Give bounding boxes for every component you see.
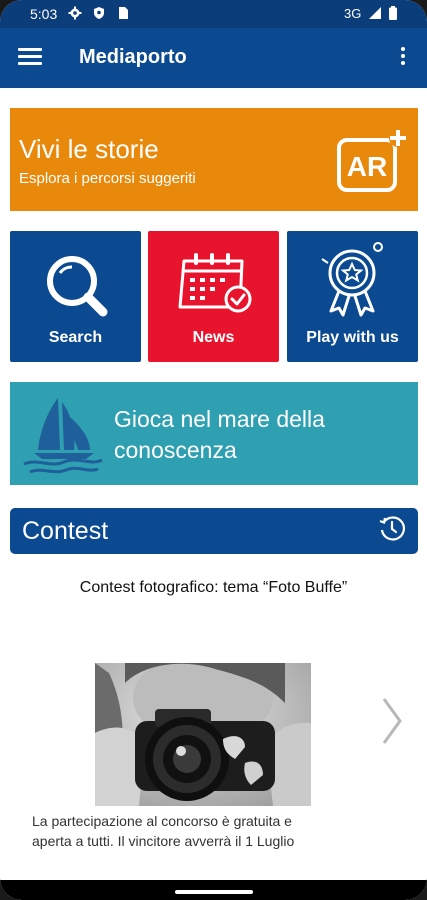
app-title: Mediaporto — [79, 46, 187, 68]
signal-icon — [369, 7, 381, 19]
phone-screen: 5:03 3G Mediaporto Vivi le storie Esplor… — [0, 0, 427, 900]
app-bar: Mediaporto — [0, 28, 427, 88]
play-tile-label: Play with us — [306, 329, 399, 346]
home-handle[interactable] — [175, 890, 253, 894]
history-icon[interactable] — [378, 514, 406, 542]
contest-description-line2: aperta a tutti. Il vincitore avverrà il … — [32, 833, 295, 849]
sea-banner-line2: conoscenza — [114, 437, 237, 463]
network-type: 3G — [344, 6, 362, 21]
battery-icon — [389, 6, 397, 20]
gesture-nav-bar — [0, 880, 427, 900]
settings-icon — [68, 6, 82, 20]
magnifier-icon — [47, 256, 108, 317]
news-tile[interactable]: News — [148, 231, 279, 362]
sailboat-icon — [23, 398, 103, 474]
ar-banner-title: Vivi le storie — [19, 134, 159, 164]
chevron-right-icon[interactable] — [380, 695, 404, 747]
play-tile[interactable]: Play with us — [287, 231, 418, 362]
sea-game-banner[interactable]: Gioca nel mare della conoscenza — [10, 382, 418, 485]
ar-icon: AR — [337, 129, 407, 192]
contest-item-title[interactable]: Contest fotografico: tema “Foto Buffe” — [0, 579, 427, 597]
ar-banner-subtitle: Esplora i percorsi suggeriti — [19, 170, 196, 187]
contest-header-title: Contest — [22, 517, 109, 545]
search-tile-label: Search — [48, 329, 103, 346]
contest-description-line1: La partecipazione al concorso è gratuita… — [32, 813, 292, 829]
contest-header: Contest — [10, 508, 418, 554]
news-tile-label: News — [192, 329, 235, 346]
camera-photo-image — [95, 663, 311, 806]
calendar-icon — [178, 253, 252, 313]
contest-description: La partecipazione al concorso è gratuita… — [32, 811, 392, 851]
search-tile[interactable]: Search — [10, 231, 141, 362]
status-bar: 5:03 3G — [0, 0, 427, 28]
shield-icon — [94, 7, 104, 19]
ar-banner[interactable]: Vivi le storie Esplora i percorsi sugger… — [10, 108, 418, 211]
sea-banner-line1: Gioca nel mare della — [114, 406, 325, 432]
hamburger-menu-icon[interactable] — [18, 48, 42, 68]
ar-icon-text: AR — [347, 151, 387, 182]
contest-photo[interactable] — [95, 663, 311, 806]
more-vert-icon[interactable] — [396, 47, 410, 71]
sea-banner-text: Gioca nel mare della conoscenza — [114, 404, 325, 466]
status-time: 5:03 — [30, 6, 58, 22]
award-badge-icon — [321, 242, 383, 317]
sim-card-icon — [119, 7, 128, 19]
